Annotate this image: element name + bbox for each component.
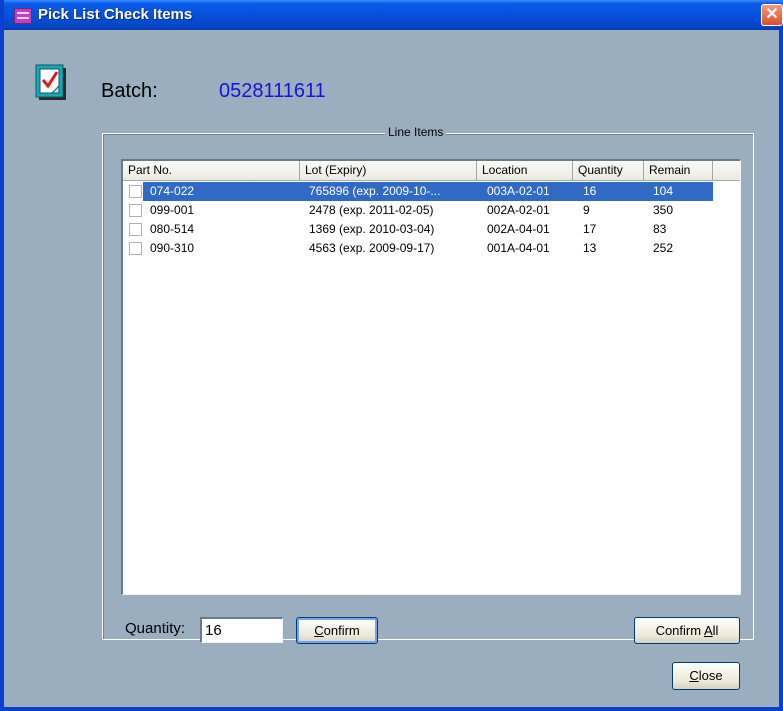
location: 002A-04-01 <box>487 222 550 236</box>
column-header-filler <box>713 161 740 181</box>
part-number: 099-001 <box>150 203 195 217</box>
confirm-button[interactable]: Confirm <box>296 617 378 644</box>
close-label: lose <box>698 668 723 683</box>
batch-number: 0528111611 <box>219 80 326 102</box>
remain: 252 <box>653 241 674 255</box>
remain: 83 <box>653 222 667 236</box>
row-checkbox[interactable] <box>129 204 142 217</box>
pick-list-window: Pick List Check Items ✕ Batch: 052811161… <box>0 0 783 711</box>
line-items-list[interactable]: Part No. Lot (Expiry) Location Quantity … <box>121 159 741 595</box>
table-row[interactable]: 099-001 2478 (exp. 2011-02-05) 002A-02-0… <box>123 201 713 220</box>
column-header-location[interactable]: Location <box>477 161 573 181</box>
list-header: Part No. Lot (Expiry) Location Quantity … <box>123 161 740 181</box>
lot-expiry: 2478 (exp. 2011-02-05) <box>309 203 434 217</box>
row-checkbox[interactable] <box>129 185 142 198</box>
confirm-label: onfirm <box>323 623 360 638</box>
table-row[interactable]: 080-514 1369 (exp. 2010-03-04) 002A-04-0… <box>123 220 713 239</box>
close-window-button[interactable]: ✕ <box>761 4 783 26</box>
title-bar[interactable]: Pick List Check Items ✕ <box>4 0 783 30</box>
quantity-input[interactable] <box>200 617 283 643</box>
quantity-label: Quantity: <box>125 620 186 637</box>
column-header-quantity[interactable]: Quantity <box>573 161 644 181</box>
lot-expiry: 1369 (exp. 2010-03-04) <box>309 222 435 236</box>
quantity: 16 <box>583 184 597 198</box>
table-row[interactable]: 074-022 765896 (exp. 2009-10-... 003A-02… <box>123 182 713 201</box>
close-button[interactable]: Close <box>672 662 740 690</box>
part-number: 074-022 <box>150 184 195 198</box>
window-title: Pick List Check Items <box>38 6 193 23</box>
line-items-legend: Line Items <box>385 125 447 139</box>
table-row[interactable]: 090-310 4563 (exp. 2009-09-17) 001A-04-0… <box>123 239 713 258</box>
confirm-mnemonic: C <box>314 623 324 638</box>
remain: 104 <box>653 184 674 198</box>
location: 001A-04-01 <box>487 241 550 255</box>
confirm-all-label-rest: ll <box>712 623 719 638</box>
close-icon: ✕ <box>765 6 779 23</box>
batch-label: Batch: <box>101 80 158 102</box>
row-checkbox[interactable] <box>129 223 142 236</box>
row-checkbox[interactable] <box>129 242 142 255</box>
column-header-remain[interactable]: Remain <box>644 161 713 181</box>
quantity: 17 <box>583 222 597 236</box>
quantity: 13 <box>583 241 597 255</box>
column-header-lot-expiry[interactable]: Lot (Expiry) <box>300 161 477 181</box>
part-number: 080-514 <box>150 222 195 236</box>
confirm-all-mnemonic: A <box>703 623 713 638</box>
close-mnemonic: C <box>689 668 699 683</box>
checklist-icon <box>35 64 66 100</box>
location: 003A-02-01 <box>487 184 550 198</box>
quantity: 9 <box>583 203 590 217</box>
column-header-part-no[interactable]: Part No. <box>123 161 300 181</box>
lot-expiry: 765896 (exp. 2009-10-... <box>309 184 441 198</box>
app-icon <box>14 8 32 24</box>
location: 002A-02-01 <box>487 203 550 217</box>
confirm-all-button[interactable]: Confirm All <box>634 617 740 644</box>
lot-expiry: 4563 (exp. 2009-09-17) <box>309 241 435 255</box>
part-number: 090-310 <box>150 241 195 255</box>
confirm-all-label: Confirm <box>655 623 704 638</box>
remain: 350 <box>653 203 674 217</box>
